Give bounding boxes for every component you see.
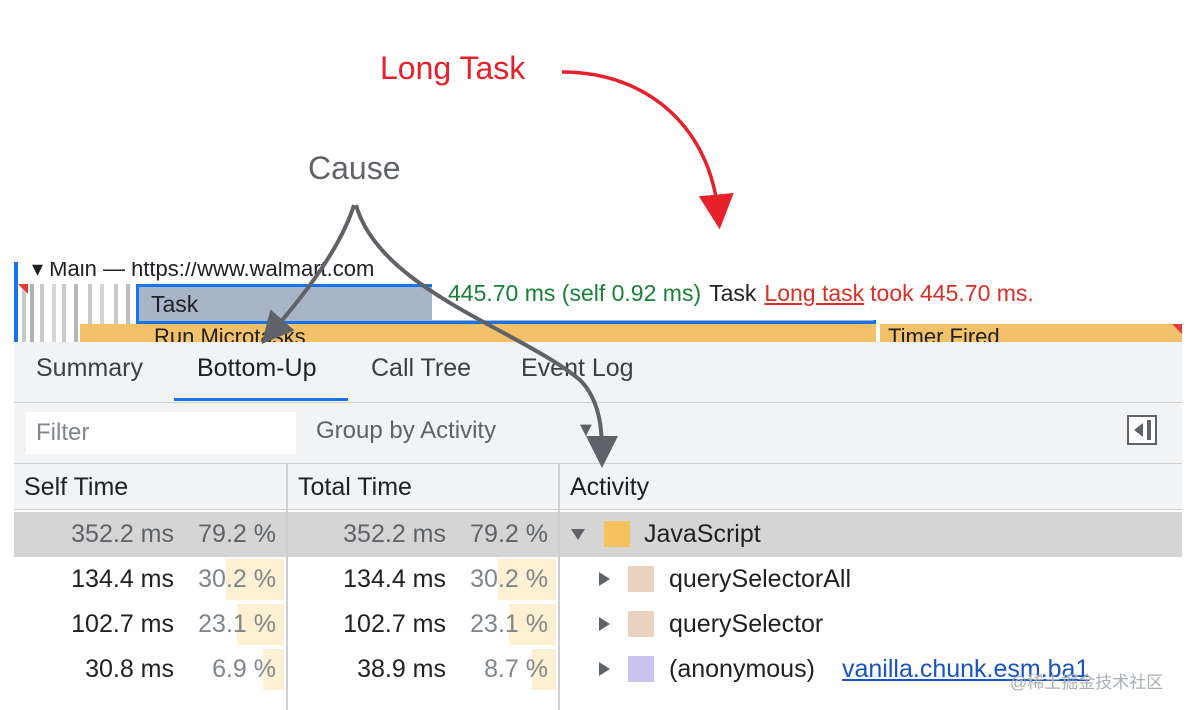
category-swatch bbox=[628, 611, 654, 637]
timeline-selection-edge bbox=[14, 262, 18, 342]
activity-name: querySelector bbox=[669, 610, 824, 638]
category-swatch bbox=[628, 656, 654, 682]
main-thread-row[interactable]: ▾ Main — https://www.walmart.com bbox=[32, 262, 374, 282]
self-time-percent: 23.1 % bbox=[198, 610, 276, 638]
cause-annotation: Cause bbox=[308, 150, 401, 186]
timeline-stripe bbox=[30, 284, 34, 342]
expand-down-icon[interactable] bbox=[571, 529, 585, 540]
total-time-value: 102.7 ms bbox=[343, 610, 446, 638]
run-microtasks-label: Run Microtasks bbox=[154, 324, 306, 342]
timer-fired-label: Timer Fired bbox=[888, 324, 1000, 342]
long-task-annotation: Long Task bbox=[380, 50, 526, 86]
filter-toolbar: Group by Activity ▼ bbox=[14, 403, 1182, 464]
active-tab-indicator bbox=[174, 398, 348, 401]
tooltip-name: Task bbox=[709, 280, 757, 306]
task-label: Task bbox=[151, 291, 199, 317]
scripting-block bbox=[80, 324, 136, 342]
column-divider[interactable] bbox=[286, 464, 288, 710]
tab-bottom-up[interactable]: Bottom-Up bbox=[197, 354, 316, 383]
total-time-percent: 30.2 % bbox=[470, 565, 548, 593]
activity-name: JavaScript bbox=[644, 520, 761, 548]
expand-right-icon[interactable] bbox=[599, 662, 610, 676]
timeline-stripe bbox=[52, 284, 56, 342]
table-row[interactable]: 102.7 ms 23.1 % 102.7 ms 23.1 % querySelecto… bbox=[14, 602, 1182, 647]
expand-right-icon[interactable] bbox=[599, 617, 610, 631]
details-tab-bar: Summary Bottom-Up Call Tree Event Log bbox=[14, 342, 1182, 403]
column-divider[interactable] bbox=[558, 464, 560, 710]
self-time-percent: 30.2 % bbox=[198, 565, 276, 593]
chevron-down-icon[interactable]: ▼ bbox=[576, 419, 596, 442]
long-task-marker bbox=[1172, 324, 1182, 334]
activity-name: (anonymous) bbox=[669, 655, 815, 683]
long-task-link[interactable]: Long task bbox=[764, 280, 864, 306]
self-time-value: 102.7 ms bbox=[71, 610, 174, 638]
tab-summary[interactable]: Summary bbox=[36, 354, 143, 383]
self-time-value: 352.2 ms bbox=[71, 520, 174, 548]
total-time-percent: 23.1 % bbox=[470, 610, 548, 638]
total-time-header[interactable]: Total Time bbox=[288, 464, 558, 510]
total-time-value: 38.9 ms bbox=[357, 655, 446, 683]
self-time-value: 30.8 ms bbox=[85, 655, 174, 683]
total-time-value: 352.2 ms bbox=[343, 520, 446, 548]
toggle-sidebar-icon[interactable] bbox=[1127, 415, 1157, 445]
tab-call-tree[interactable]: Call Tree bbox=[371, 354, 471, 383]
self-time-percent: 79.2 % bbox=[198, 520, 276, 548]
task-tooltip: 445.70 ms (self 0.92 ms) Task Long task too… bbox=[432, 266, 1182, 320]
tooltip-duration: 445.70 ms (self 0.92 ms) bbox=[448, 280, 702, 306]
category-swatch bbox=[604, 521, 630, 547]
total-time-percent: 79.2 % bbox=[470, 520, 548, 548]
activity-name: querySelectorAll bbox=[669, 565, 852, 593]
table-row[interactable]: 134.4 ms 30.2 % 134.4 ms 30.2 % querySelecto… bbox=[14, 557, 1182, 602]
group-by-select[interactable]: Group by Activity bbox=[316, 417, 496, 445]
watermark: @稀土掘金技术社区 bbox=[1010, 673, 1164, 692]
long-task-arrow bbox=[561, 70, 734, 230]
total-time-percent: 8.7 % bbox=[484, 655, 548, 683]
tooltip-message: took 445.70 ms. bbox=[870, 280, 1034, 306]
self-time-percent: 6.9 % bbox=[212, 655, 276, 683]
self-time-header[interactable]: Self Time bbox=[14, 464, 286, 510]
self-time-value: 134.4 ms bbox=[71, 565, 174, 593]
filter-input[interactable] bbox=[26, 412, 296, 454]
timeline-stripe bbox=[74, 284, 78, 342]
table-row[interactable]: 352.2 ms 79.2 % 352.2 ms 79.2 % JavaScript bbox=[14, 512, 1182, 557]
timeline-stripe bbox=[40, 284, 44, 342]
total-time-value: 134.4 ms bbox=[343, 565, 446, 593]
bottom-up-table: Self Time Total Time Activity 352.2 ms 79… bbox=[14, 464, 1182, 710]
tab-event-log[interactable]: Event Log bbox=[521, 354, 634, 383]
long-task-marker bbox=[18, 284, 28, 294]
table-row[interactable]: 30.8 ms 6.9 % 38.9 ms 8.7 % (anonymous) vanil… bbox=[14, 647, 1182, 692]
timeline-stripe bbox=[62, 284, 66, 342]
expand-right-icon[interactable] bbox=[599, 572, 610, 586]
category-swatch bbox=[628, 566, 654, 592]
activity-header[interactable]: Activity bbox=[560, 464, 1182, 510]
